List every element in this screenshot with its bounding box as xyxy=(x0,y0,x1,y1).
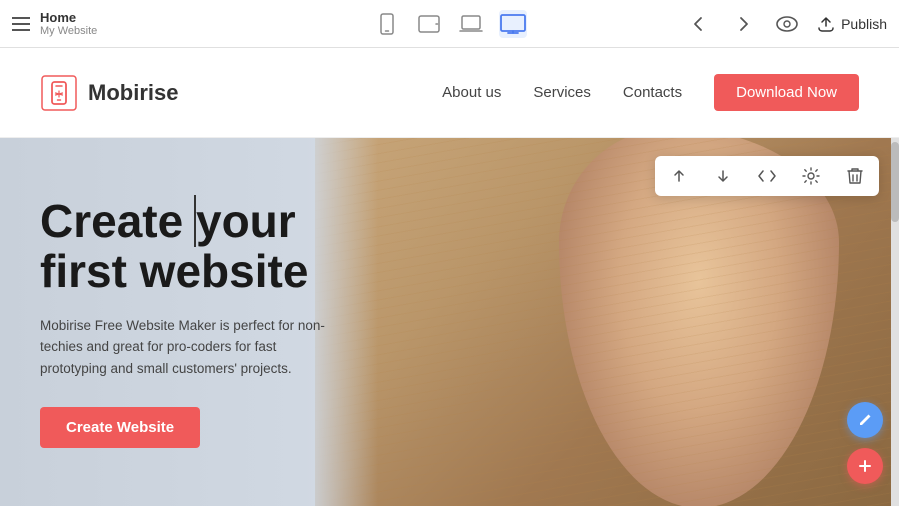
page-subtitle: My Website xyxy=(40,25,97,37)
text-cursor xyxy=(181,195,196,247)
toolbar-right: Publish xyxy=(685,10,887,38)
logo-area: Mobirise xyxy=(40,74,178,112)
hamburger-icon[interactable] xyxy=(12,17,30,31)
back-button[interactable] xyxy=(685,10,713,38)
block-settings-button[interactable] xyxy=(797,162,825,190)
nav-contacts[interactable]: Contacts xyxy=(623,84,682,101)
publish-button[interactable]: Publish xyxy=(817,15,887,33)
preview-button[interactable] xyxy=(773,10,801,38)
publish-label: Publish xyxy=(841,16,887,32)
scrollbar-thumb[interactable] xyxy=(891,142,899,222)
block-move-up-button[interactable] xyxy=(665,162,693,190)
site-header: Mobirise About us Services Contacts Down… xyxy=(0,48,899,138)
laptop-device-btn[interactable] xyxy=(457,10,485,38)
desktop-device-btn[interactable] xyxy=(499,10,527,38)
forward-button[interactable] xyxy=(729,10,757,38)
block-delete-button[interactable] xyxy=(841,162,869,190)
device-switcher xyxy=(373,10,527,38)
hero-heading-line1: Create your xyxy=(40,195,296,247)
block-code-button[interactable] xyxy=(753,162,781,190)
fab-add-button[interactable] xyxy=(847,448,883,484)
nav-services[interactable]: Services xyxy=(533,84,591,101)
hero-section: Create your first website Mobirise Free … xyxy=(0,138,899,506)
toolbar-left: Home My Website xyxy=(12,10,673,37)
hero-content: Create your first website Mobirise Free … xyxy=(0,138,378,506)
create-website-button[interactable]: Create Website xyxy=(40,407,200,448)
download-button[interactable]: Download Now xyxy=(714,74,859,111)
hero-heading: Create your first website xyxy=(40,196,338,297)
preview-area: Mobirise About us Services Contacts Down… xyxy=(0,48,899,506)
mobile-device-btn[interactable] xyxy=(373,10,401,38)
block-move-down-button[interactable] xyxy=(709,162,737,190)
logo-icon xyxy=(40,74,78,112)
hero-description: Mobirise Free Website Maker is perfect f… xyxy=(40,315,330,380)
hero-heading-line2: first website xyxy=(40,245,308,297)
page-info: Home My Website xyxy=(40,10,97,37)
tablet-device-btn[interactable] xyxy=(415,10,443,38)
scrollbar[interactable] xyxy=(891,138,899,506)
logo-text: Mobirise xyxy=(88,80,178,106)
fab-edit-button[interactable] xyxy=(847,402,883,438)
block-toolbar xyxy=(655,156,879,196)
nav-about[interactable]: About us xyxy=(442,84,501,101)
page-title: Home xyxy=(40,10,97,25)
top-toolbar: Home My Website xyxy=(0,0,899,48)
site-nav: About us Services Contacts Download Now xyxy=(442,74,859,111)
